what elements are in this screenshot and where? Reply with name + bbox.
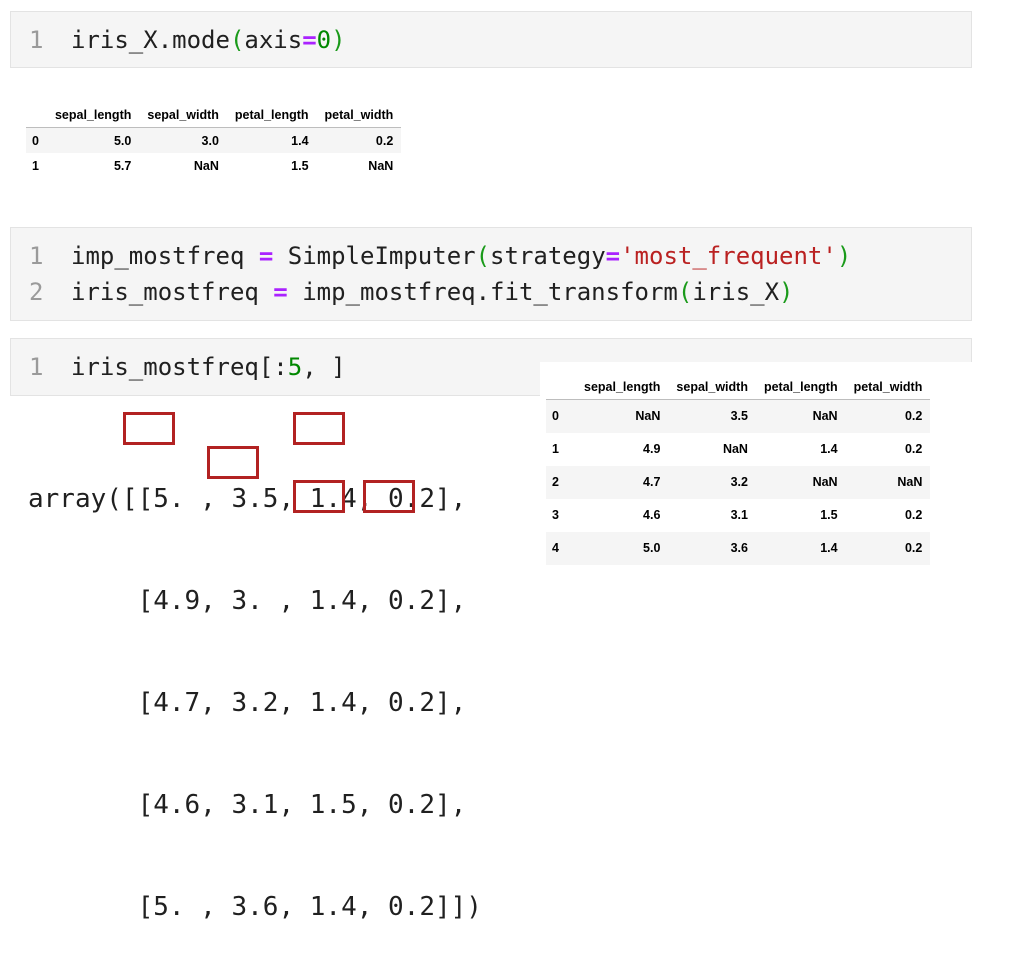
table-cell: 3.5: [730, 409, 748, 424]
line-number: 1: [29, 353, 44, 381]
table-cell: 1.4: [820, 442, 838, 456]
row-index: 1: [552, 442, 559, 456]
table-cell: NaN: [897, 475, 923, 489]
table-row: 0 NaN 3.5 NaN 0.2: [546, 399, 931, 433]
line-number: 1: [29, 242, 44, 270]
table-cell: 0.2: [904, 541, 923, 555]
code-cell-2[interactable]: 1 imp_mostfreq = SimpleImputer(strategy=…: [10, 227, 972, 321]
line-number: 2: [29, 278, 44, 306]
table-row: 3 4.6 3.1 1.5 0.2: [546, 499, 930, 532]
table-cell: 0.2: [375, 133, 394, 148]
table-cell: 5.0: [113, 133, 132, 148]
table-row: 1 5.7 NaN 1.5 NaN: [26, 153, 401, 178]
table-cell: 4.6: [643, 508, 661, 522]
table-row: 0 5.0 3.0 1.4 0.2: [26, 127, 402, 153]
table-cell: 3.6: [730, 541, 748, 555]
highlight-box: [207, 446, 259, 479]
table-cell: 4.7: [643, 475, 661, 489]
table-header-row: sepal_length sepal_width petal_length pe…: [26, 102, 402, 128]
table-cell: NaN: [722, 442, 748, 456]
table-cell: NaN: [368, 158, 394, 173]
code-cell-1[interactable]: 1 iris_X.mode(axis=0): [10, 11, 972, 68]
highlight-box: [293, 480, 345, 513]
table-row: 2 4.7 3.2 NaN NaN: [546, 465, 931, 499]
table-header-row: sepal_length sepal_width petal_length pe…: [546, 374, 931, 400]
column-header: petal_length: [755, 374, 846, 400]
table-cell: 0.2: [904, 442, 923, 456]
row-index: 1: [32, 158, 39, 173]
mode-output-table: sepal_length sepal_width petal_length pe…: [26, 102, 402, 178]
row-index: 0: [32, 133, 39, 148]
table-cell: 1.4: [820, 541, 838, 555]
code-line: iris_X.mode(axis=0): [71, 26, 346, 54]
table-row: 4 5.0 3.6 1.4 0.2: [546, 531, 931, 565]
column-header: petal_length: [226, 102, 317, 128]
table-cell: 0.2: [904, 508, 923, 522]
row-index: 3: [552, 508, 559, 522]
highlight-box: [123, 412, 175, 445]
array-line: [5. , 3.6, 1.4, 0.2]]): [28, 892, 482, 922]
row-index: 0: [552, 409, 559, 424]
table-row: 1 4.9 NaN 1.4 0.2: [546, 433, 930, 466]
table-cell: 1.5: [820, 508, 838, 522]
code-line: iris_mostfreq = imp_mostfreq.fit_transfo…: [71, 278, 794, 306]
code-line: iris_mostfreq[:5, ]: [71, 353, 346, 381]
line-number: 1: [29, 26, 44, 54]
column-header: sepal_width: [139, 102, 227, 128]
row-index: 2: [552, 475, 559, 489]
column-header: sepal_length: [46, 102, 140, 128]
highlight-box: [363, 480, 415, 513]
array-line: [4.6, 3.1, 1.5, 0.2],: [28, 790, 467, 820]
table-cell: NaN: [812, 475, 838, 489]
table-cell: 0.2: [904, 409, 923, 424]
column-header: sepal_length: [576, 374, 669, 400]
column-header: sepal_width: [668, 374, 756, 400]
column-header: [26, 102, 47, 128]
highlight-box: [293, 412, 345, 445]
table-cell: NaN: [812, 409, 838, 424]
row-index: 4: [552, 541, 559, 555]
table-cell: 1.4: [291, 133, 309, 148]
column-header: [546, 374, 576, 400]
table-cell: 1.5: [291, 158, 309, 173]
table-cell: 3.0: [201, 133, 219, 148]
table-cell: 4.9: [643, 442, 661, 456]
missing-values-table: sepal_length sepal_width petal_length pe…: [546, 374, 931, 565]
table-cell: 5.0: [643, 541, 661, 555]
table-cell: NaN: [193, 158, 219, 173]
table-cell: NaN: [635, 409, 661, 424]
array-line: [4.9, 3. , 1.4, 0.2],: [28, 586, 467, 616]
code-line: imp_mostfreq = SimpleImputer(strategy='m…: [71, 242, 852, 270]
array-line: [4.7, 3.2, 1.4, 0.2],: [28, 688, 467, 718]
column-header: petal_width: [316, 102, 402, 128]
table-cell: 3.1: [730, 508, 748, 522]
table-cell: 3.2: [730, 475, 748, 489]
table-cell: 5.7: [113, 158, 132, 173]
column-header: petal_width: [845, 374, 931, 400]
